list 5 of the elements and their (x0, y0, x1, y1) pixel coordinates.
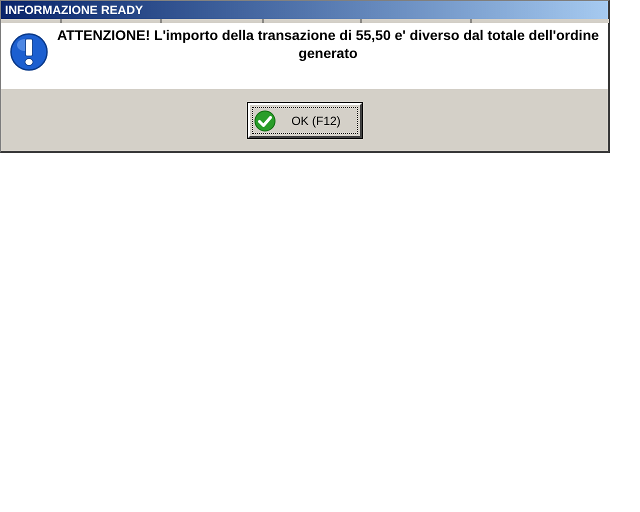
checkmark-icon (254, 110, 276, 132)
message-text: ATTENZIONE! L'importo della transazione di 55,50 e' diverso dal totale dell'ordine generato (56, 26, 600, 62)
exclamation-icon (10, 31, 48, 73)
ok-button[interactable]: OK (F12) (248, 103, 362, 138)
window-title: INFORMAZIONE READY (5, 4, 143, 16)
